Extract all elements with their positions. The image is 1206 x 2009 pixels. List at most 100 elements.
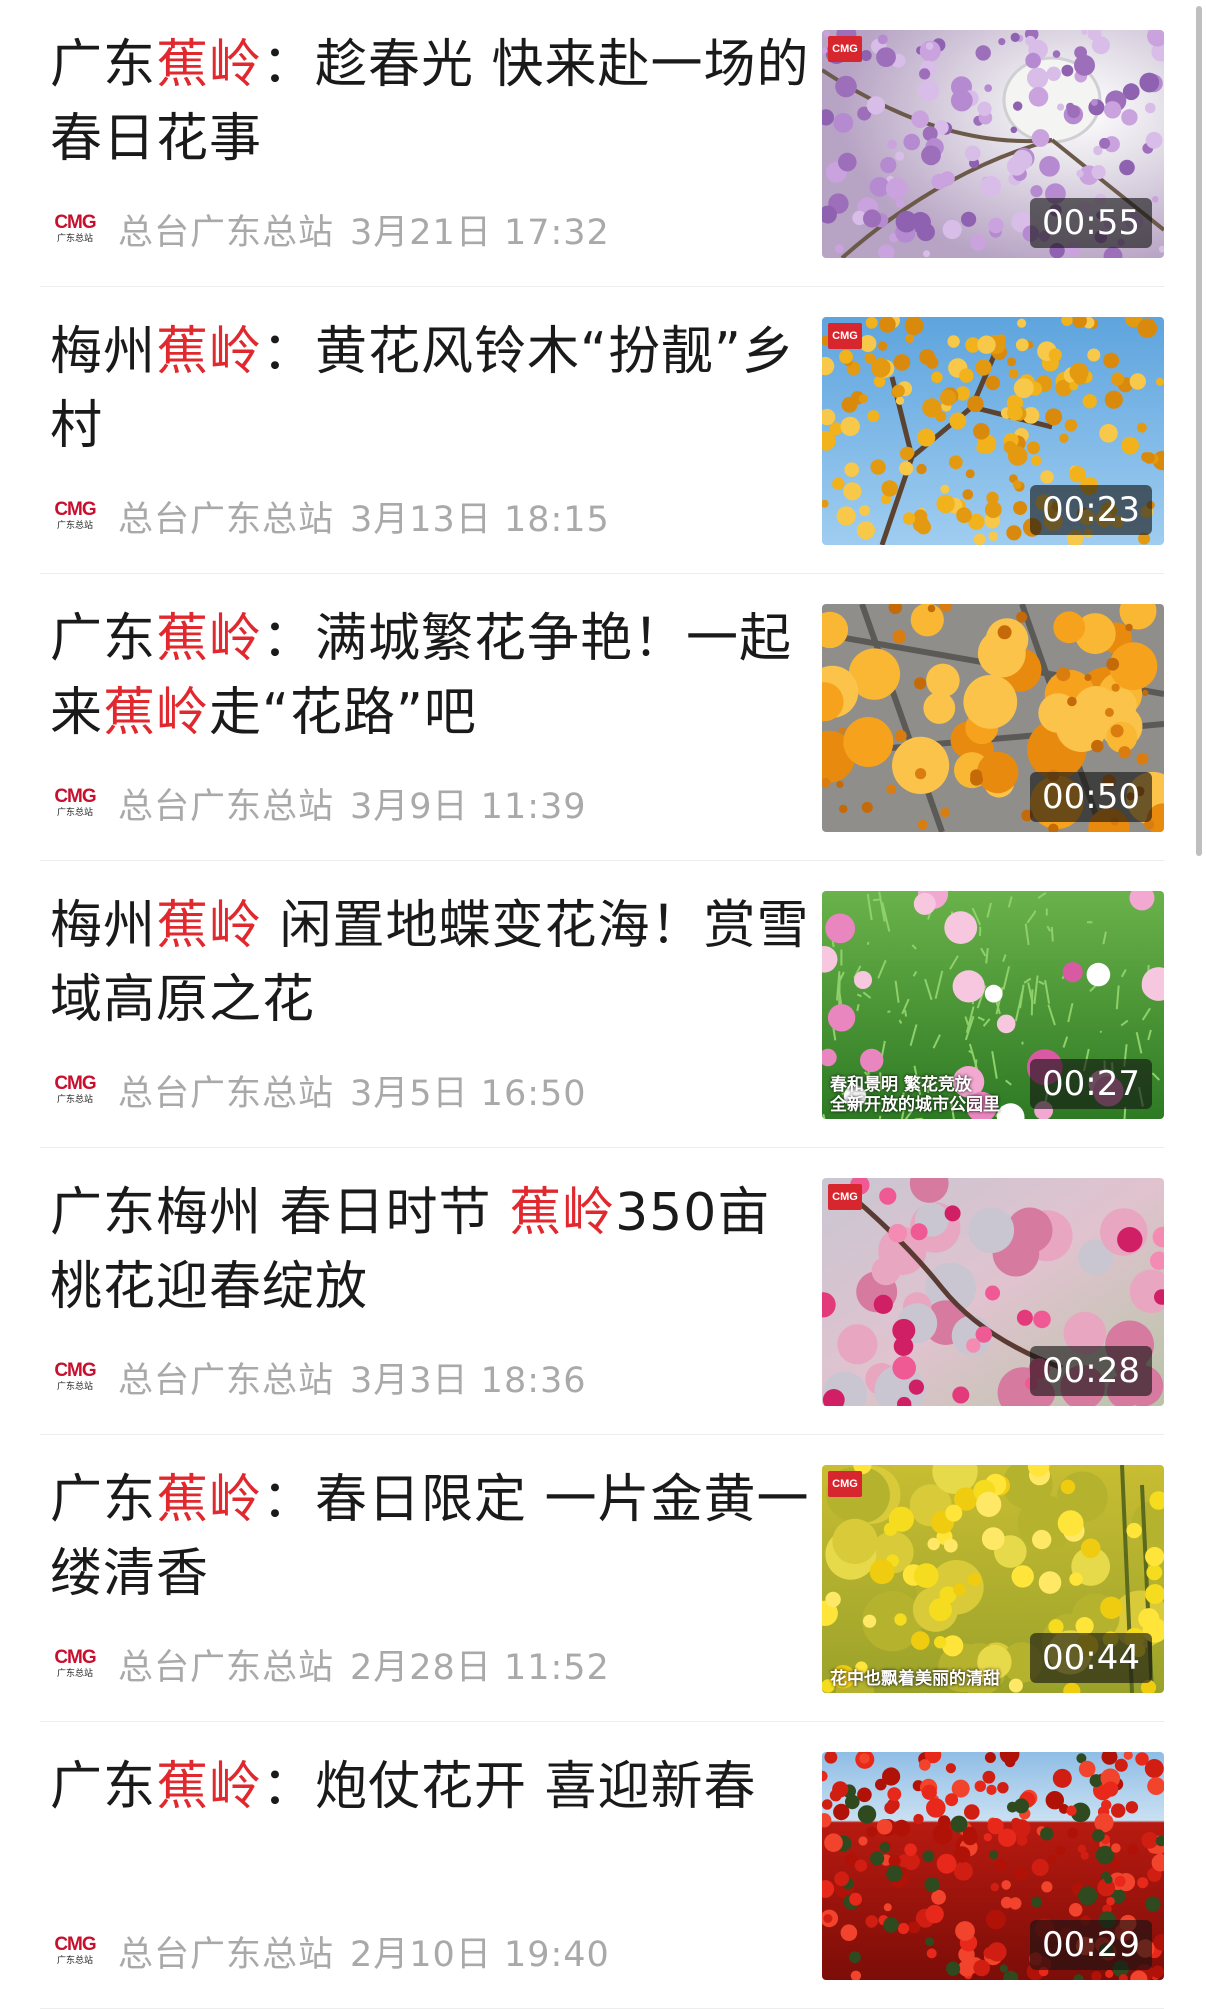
title-keyword-highlight: 蕉岭 (156, 322, 263, 382)
scrollbar[interactable] (1196, 6, 1202, 856)
cmg-logo-mark: CMG (54, 1360, 96, 1381)
video-duration-badge: 00:50 (1030, 772, 1152, 822)
news-meta: CMG 广东总站 总台广东总站 3月13日 18:15 (50, 491, 610, 541)
thumbnail-subtitle-line: 春和景明 繁花竞放 (830, 1075, 972, 1095)
video-thumbnail[interactable]: CMG 00:23 (822, 317, 1164, 545)
news-item[interactable]: 梅州蕉岭：黄花风铃木“扮靓”乡村 CMG 广东总站 总台广东总站 3月13日 18… (40, 287, 1164, 574)
source-name: 总台广东总站 (118, 212, 335, 253)
cmg-logo-subtext: 广东总站 (56, 1382, 93, 1392)
news-item[interactable]: 梅州蕉岭 闲置地蝶变花海！赏雪域高原之花 CMG 广东总站 总台广东总站 3月5日… (40, 861, 1164, 1148)
source-name: 总台广东总站 (118, 1934, 335, 1975)
cmg-logo-mark: CMG (54, 1073, 96, 1094)
publish-time: 3月21日 17:32 (350, 212, 610, 253)
thumbnail-cmg-watermark: CMG (828, 1184, 862, 1210)
cmg-logo-subtext: 广东总站 (56, 808, 93, 818)
cmg-logo-icon: CMG 广东总站 (50, 1354, 100, 1400)
cmg-logo-icon: CMG 广东总站 (50, 1641, 100, 1687)
thumbnail-subtitle: 春和景明 繁花竞放 全新开放的城市公园里 (830, 1075, 1000, 1115)
cmg-logo-mark: CMG (54, 499, 96, 520)
publish-time: 2月28日 11:52 (350, 1647, 610, 1688)
meta-text: 总台广东总站 3月13日 18:15 (118, 491, 610, 542)
cmg-logo-icon: CMG 广东总站 (50, 1067, 100, 1113)
video-duration-badge: 00:28 (1030, 1346, 1152, 1396)
news-meta: CMG 广东总站 总台广东总站 3月9日 11:39 (50, 778, 587, 828)
publish-time: 3月5日 16:50 (350, 1073, 587, 1114)
title-text: ：炮仗花开 喜迎新春 (262, 1757, 757, 1817)
video-duration-badge: 00:27 (1030, 1059, 1152, 1109)
news-meta: CMG 广东总站 总台广东总站 3月3日 18:36 (50, 1352, 587, 1402)
cmg-logo-icon: CMG 广东总站 (50, 206, 100, 252)
thumbnail-subtitle-line: 全新开放的城市公园里 (830, 1095, 1000, 1115)
news-title[interactable]: 广东蕉岭：趁春光 快来赴一场的春日花事 (50, 28, 810, 176)
news-title[interactable]: 梅州蕉岭：黄花风铃木“扮靓”乡村 (50, 315, 810, 463)
news-item[interactable]: 广东梅州 春日时节 蕉岭350亩桃花迎春绽放 CMG 广东总站 总台广东总站 3月… (40, 1148, 1164, 1435)
meta-text: 总台广东总站 2月10日 19:40 (118, 1926, 610, 1977)
thumbnail-cmg-watermark: CMG (828, 36, 862, 62)
video-duration-badge: 00:29 (1030, 1920, 1152, 1970)
thumbnail-subtitle-line: 花中也飘着美丽的清甜 (830, 1669, 1000, 1689)
cmg-logo-subtext: 广东总站 (56, 234, 93, 244)
cmg-logo-subtext: 广东总站 (56, 1956, 93, 1966)
title-text: 梅州 (50, 896, 157, 956)
publish-time: 3月13日 18:15 (350, 499, 610, 540)
news-title[interactable]: 广东梅州 春日时节 蕉岭350亩桃花迎春绽放 (50, 1176, 810, 1324)
title-text: 梅州 (50, 322, 157, 382)
cmg-logo-mark: CMG (54, 1647, 96, 1668)
publish-time: 2月10日 19:40 (350, 1934, 610, 1975)
title-text: 广东 (50, 609, 157, 669)
title-keyword-highlight: 蕉岭 (156, 1757, 263, 1817)
news-item[interactable]: 广东蕉岭：趁春光 快来赴一场的春日花事 CMG 广东总站 总台广东总站 3月21日… (40, 0, 1164, 287)
meta-text: 总台广东总站 3月9日 11:39 (118, 778, 587, 829)
news-title[interactable]: 广东蕉岭：满城繁花争艳！一起来蕉岭走“花路”吧 (50, 602, 810, 750)
news-meta: CMG 广东总站 总台广东总站 2月10日 19:40 (50, 1926, 610, 1976)
cmg-logo-mark: CMG (54, 1934, 96, 1955)
video-thumbnail[interactable]: 00:50 (822, 604, 1164, 832)
video-thumbnail[interactable]: CMG 花中也飘着美丽的清甜 00:44 (822, 1465, 1164, 1693)
title-keyword-highlight: 蕉岭 (156, 1470, 263, 1530)
video-thumbnail[interactable]: CMG 00:28 (822, 1178, 1164, 1406)
thumbnail-cmg-watermark: CMG (828, 1471, 862, 1497)
thumbnail-subtitle: 花中也飘着美丽的清甜 (830, 1669, 1000, 1689)
news-meta: CMG 广东总站 总台广东总站 3月5日 16:50 (50, 1065, 587, 1115)
cmg-logo-mark: CMG (54, 212, 96, 233)
meta-text: 总台广东总站 3月21日 17:32 (118, 204, 610, 255)
cmg-logo-mark: CMG (54, 786, 96, 807)
news-title[interactable]: 广东蕉岭：炮仗花开 喜迎新春 (50, 1750, 810, 1824)
title-text: 走“花路”吧 (209, 683, 477, 743)
source-name: 总台广东总站 (118, 786, 335, 827)
video-duration-badge: 00:55 (1030, 198, 1152, 248)
news-item[interactable]: 广东蕉岭：炮仗花开 喜迎新春 CMG 广东总站 总台广东总站 2月10日 19:4… (40, 1722, 1164, 2009)
cmg-logo-icon: CMG 广东总站 (50, 493, 100, 539)
title-text: 广东 (50, 35, 157, 95)
title-keyword-highlight: 蕉岭 (509, 1183, 616, 1243)
news-item[interactable]: 广东蕉岭：满城繁花争艳！一起来蕉岭走“花路”吧 CMG 广东总站 总台广东总站 3… (40, 574, 1164, 861)
source-name: 总台广东总站 (118, 1360, 335, 1401)
meta-text: 总台广东总站 2月28日 11:52 (118, 1639, 610, 1690)
title-keyword-highlight: 蕉岭 (156, 35, 263, 95)
publish-time: 3月3日 18:36 (350, 1360, 587, 1401)
title-keyword-highlight: 蕉岭 (103, 683, 210, 743)
title-keyword-highlight: 蕉岭 (156, 609, 263, 669)
title-keyword-highlight: 蕉岭 (156, 896, 263, 956)
news-item[interactable]: 广东蕉岭：春日限定 一片金黄一缕清香 CMG 广东总站 总台广东总站 2月28日 … (40, 1435, 1164, 1722)
video-thumbnail[interactable]: 春和景明 繁花竞放 全新开放的城市公园里 00:27 (822, 891, 1164, 1119)
news-meta: CMG 广东总站 总台广东总站 3月21日 17:32 (50, 204, 610, 254)
meta-text: 总台广东总站 3月3日 18:36 (118, 1352, 587, 1403)
source-name: 总台广东总站 (118, 1647, 335, 1688)
title-text: 广东梅州 春日时节 (50, 1183, 510, 1243)
cmg-logo-icon: CMG 广东总站 (50, 1928, 100, 1974)
cmg-logo-icon: CMG 广东总站 (50, 780, 100, 826)
video-thumbnail[interactable]: 00:29 (822, 1752, 1164, 1980)
news-meta: CMG 广东总站 总台广东总站 2月28日 11:52 (50, 1639, 610, 1689)
thumbnail-cmg-watermark: CMG (828, 323, 862, 349)
news-title[interactable]: 梅州蕉岭 闲置地蝶变花海！赏雪域高原之花 (50, 889, 810, 1037)
cmg-logo-subtext: 广东总站 (56, 1669, 93, 1679)
video-thumbnail[interactable]: CMG 00:55 (822, 30, 1164, 258)
publish-time: 3月9日 11:39 (350, 786, 587, 827)
title-text: 广东 (50, 1470, 157, 1530)
meta-text: 总台广东总站 3月5日 16:50 (118, 1065, 587, 1116)
cmg-logo-subtext: 广东总站 (56, 521, 93, 531)
video-duration-badge: 00:23 (1030, 485, 1152, 535)
news-title[interactable]: 广东蕉岭：春日限定 一片金黄一缕清香 (50, 1463, 810, 1611)
title-text: 广东 (50, 1757, 157, 1817)
